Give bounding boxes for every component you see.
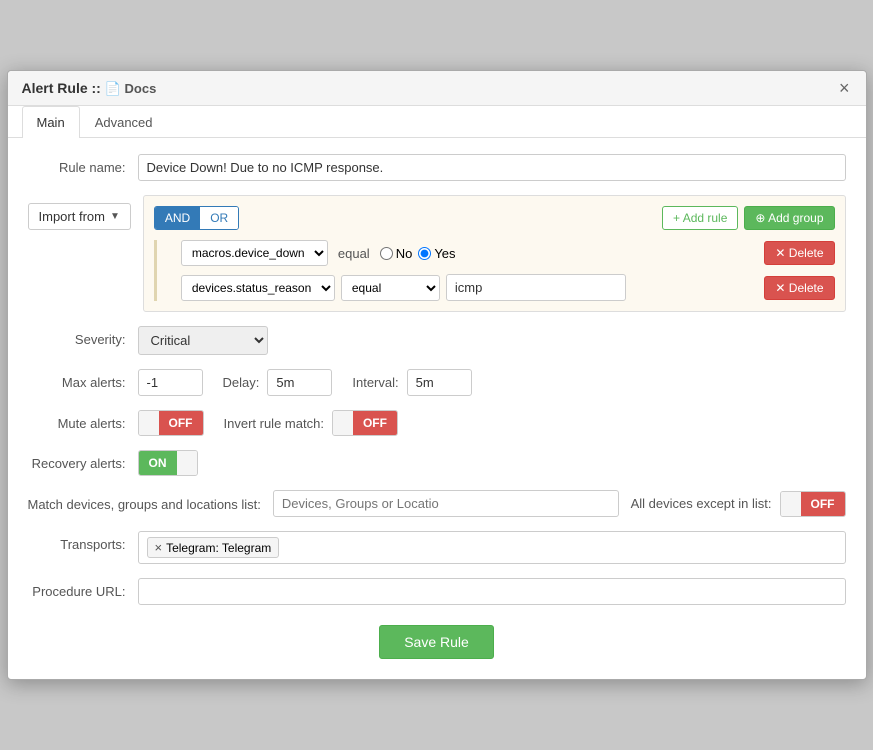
- interval-input[interactable]: [407, 369, 472, 396]
- condition1-radio-no[interactable]: [380, 247, 393, 260]
- condition-row-1: macros.device_down equal No Yes: [165, 240, 835, 266]
- condition2-value-input[interactable]: [446, 274, 626, 301]
- mute-inline-group: OFF Invert rule match: OFF: [138, 410, 846, 436]
- recovery-toggle-wrap[interactable]: ON: [138, 450, 198, 476]
- modal-title: Alert Rule :: 📄 Docs: [22, 80, 157, 97]
- all-devices-label: All devices except in list:: [631, 496, 772, 511]
- recovery-toggle-on: ON: [139, 451, 177, 475]
- rule-name-row: Rule name:: [28, 154, 846, 181]
- condition1-delete-button[interactable]: ✕ Delete: [764, 241, 834, 265]
- condition1-radio-yes-label[interactable]: Yes: [418, 246, 455, 261]
- condition1-field-select[interactable]: macros.device_down: [181, 240, 328, 266]
- procedure-url-row: Procedure URL:: [28, 578, 846, 605]
- condition1-radio-yes[interactable]: [418, 247, 431, 260]
- tab-main[interactable]: Main: [22, 106, 80, 138]
- condition1-radio-group: No Yes: [380, 246, 456, 261]
- transport-remove-icon[interactable]: ×: [155, 540, 163, 555]
- max-alerts-input[interactable]: [138, 369, 203, 396]
- recovery-toggle-blank: [177, 451, 197, 475]
- interval-item: Interval:: [352, 369, 471, 396]
- alert-rule-modal: Alert Rule :: 📄 Docs × Main Advanced Rul…: [7, 70, 867, 680]
- alerts-row: Max alerts: Delay: Interval:: [28, 369, 846, 396]
- rule-name-input[interactable]: [138, 154, 846, 181]
- all-devices-toggle-off: OFF: [801, 492, 845, 516]
- mute-alerts-label: Mute alerts:: [28, 410, 138, 431]
- procedure-url-label: Procedure URL:: [28, 578, 138, 599]
- condition-header: AND OR + Add rule ⊕ Add group: [154, 206, 835, 230]
- modal-body: Rule name: Import from ▼ AND OR: [8, 138, 866, 679]
- and-button[interactable]: AND: [155, 207, 200, 229]
- or-button[interactable]: OR: [200, 207, 238, 229]
- condition-builder: AND OR + Add rule ⊕ Add group macros.dev…: [143, 195, 846, 312]
- delay-item: Delay:: [223, 369, 333, 396]
- rule-name-label: Rule name:: [28, 154, 138, 175]
- match-devices-label: Match devices, groups and locations list…: [28, 490, 273, 514]
- condition2-delete-button[interactable]: ✕ Delete: [764, 276, 834, 300]
- mute-toggle-off: OFF: [159, 411, 203, 435]
- condition-row-2: devices.status_reason equal not equal co…: [165, 274, 835, 301]
- max-alerts-label: Max alerts:: [28, 369, 138, 390]
- transport-tag: × Telegram: Telegram: [147, 537, 280, 558]
- save-rule-button[interactable]: Save Rule: [379, 625, 494, 659]
- severity-row: Severity: Critical Warning Info Ok: [28, 326, 846, 355]
- transports-label: Transports:: [28, 531, 138, 552]
- add-rule-button[interactable]: + Add rule: [662, 206, 738, 230]
- condition1-operator-label: equal: [334, 246, 374, 261]
- transports-row: Transports: × Telegram: Telegram: [28, 531, 846, 564]
- condition-row: Import from ▼ AND OR + Add rule ⊕ Add gr…: [28, 195, 846, 312]
- severity-select[interactable]: Critical Warning Info Ok: [138, 326, 268, 355]
- recovery-alerts-label: Recovery alerts:: [28, 450, 138, 471]
- all-devices-toggle: All devices except in list: OFF: [631, 491, 846, 517]
- invert-toggle-switch[interactable]: OFF: [332, 410, 398, 436]
- condition-actions: + Add rule ⊕ Add group: [662, 206, 834, 230]
- import-from-button[interactable]: Import from ▼: [28, 203, 131, 230]
- invert-rule-label: Invert rule match:: [224, 416, 324, 431]
- all-devices-toggle-blank: [781, 492, 801, 516]
- alerts-inline-group: Delay: Interval:: [138, 369, 846, 396]
- tab-advanced[interactable]: Advanced: [80, 106, 168, 138]
- invert-toggle-blank: [333, 411, 353, 435]
- match-devices-content: All devices except in list: OFF: [273, 490, 846, 517]
- interval-label: Interval:: [352, 375, 398, 390]
- condition1-radio-no-label[interactable]: No: [380, 246, 413, 261]
- procedure-url-input[interactable]: [138, 578, 846, 605]
- recovery-row: Recovery alerts: ON: [28, 450, 846, 476]
- delay-input[interactable]: [267, 369, 332, 396]
- tabs-container: Main Advanced: [8, 106, 866, 138]
- invert-toggle-wrap[interactable]: OFF: [332, 410, 398, 436]
- import-from-label: Import from ▼: [28, 195, 143, 230]
- recovery-toggle-switch[interactable]: ON: [138, 450, 198, 476]
- mute-toggle-blank: [139, 411, 159, 435]
- match-devices-row: Match devices, groups and locations list…: [28, 490, 846, 517]
- delay-label: Delay:: [223, 375, 260, 390]
- condition2-field-select[interactable]: devices.status_reason: [181, 275, 335, 301]
- all-devices-toggle-switch[interactable]: OFF: [780, 491, 846, 517]
- mute-alerts-toggle[interactable]: OFF: [138, 410, 204, 436]
- and-or-toggle: AND OR: [154, 206, 239, 230]
- close-button[interactable]: ×: [837, 79, 852, 97]
- severity-label: Severity:: [28, 326, 138, 347]
- match-devices-input[interactable]: [273, 490, 619, 517]
- modal-header: Alert Rule :: 📄 Docs ×: [8, 71, 866, 106]
- dropdown-arrow-icon: ▼: [110, 211, 120, 222]
- add-group-button[interactable]: ⊕ Add group: [744, 206, 834, 230]
- conditions-list: macros.device_down equal No Yes: [154, 240, 835, 301]
- mute-row: Mute alerts: OFF Invert rule match: OFF: [28, 410, 846, 436]
- docs-link[interactable]: 📄 Docs: [105, 81, 157, 96]
- save-row: Save Rule: [28, 625, 846, 659]
- invert-item: Invert rule match: OFF: [224, 410, 398, 436]
- condition2-operator-select[interactable]: equal not equal contains not contains re…: [341, 275, 440, 301]
- mute-toggle-switch[interactable]: OFF: [138, 410, 204, 436]
- invert-toggle-off: OFF: [353, 411, 397, 435]
- transport-box[interactable]: × Telegram: Telegram: [138, 531, 846, 564]
